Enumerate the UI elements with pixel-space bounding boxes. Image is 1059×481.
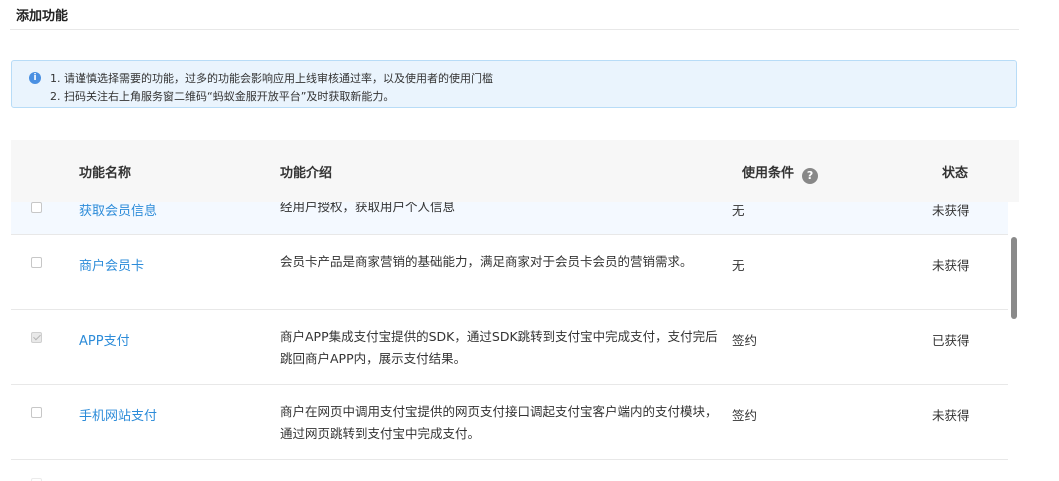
- info-icon: i: [29, 72, 41, 84]
- row-checkbox-checked[interactable]: [31, 332, 42, 343]
- vertical-scrollbar[interactable]: [1011, 237, 1017, 319]
- feature-name-link[interactable]: 获取会员信息: [79, 200, 157, 219]
- feature-condition: 签约: [732, 408, 758, 423]
- help-icon[interactable]: ?: [802, 168, 819, 184]
- row-checkbox[interactable]: [31, 257, 42, 268]
- table-row: 手机网站支付 商户在网页中调用支付宝提供的网页支付接口调起支付宝客户端内的支付模…: [11, 385, 1008, 460]
- feature-description: 会员卡产品是商家营销的基础能力，满足商家对于会员卡会员的营销需求。: [280, 254, 693, 269]
- table-header: 功能名称 功能介绍 使用条件? 状态: [11, 140, 1019, 202]
- page-title: 添加功能: [16, 9, 69, 24]
- feature-name-link[interactable]: APP支付: [79, 330, 130, 349]
- feature-description: 商户APP集成支付宝提供的SDK，通过SDK跳转到支付宝中完成支付，支付完后跳回…: [280, 329, 718, 366]
- feature-table: 功能名称 功能介绍 使用条件? 状态 获取会员信息 经用户授权，获取用户个人信息…: [11, 140, 1019, 481]
- title-divider: [10, 29, 1019, 30]
- header-status: 状态: [942, 166, 969, 181]
- feature-name-link[interactable]: 手机网站支付: [79, 405, 157, 424]
- header-condition-label: 使用条件: [742, 166, 795, 181]
- feature-condition: 签约: [732, 333, 758, 348]
- table-row: 商户会员卡 会员卡产品是商家营销的基础能力，满足商家对于会员卡会员的营销需求。 …: [11, 235, 1008, 310]
- header-desc: 功能介绍: [280, 166, 333, 181]
- header-condition: 使用条件?: [742, 162, 819, 184]
- notice-line-2: 2. 扫码关注右上角服务窗二维码“蚂蚁金服开放平台”及时获取新能力。: [50, 90, 395, 103]
- row-checkbox[interactable]: [31, 407, 42, 418]
- table-row-partial: [11, 460, 1008, 481]
- feature-condition: 无: [732, 203, 745, 218]
- row-checkbox[interactable]: [31, 202, 42, 213]
- feature-status: 未获得: [932, 203, 970, 218]
- header-name: 功能名称: [79, 166, 132, 181]
- feature-name-link[interactable]: 商户会员卡: [79, 255, 144, 274]
- feature-status: 未获得: [932, 258, 970, 273]
- feature-status: 未获得: [932, 408, 970, 423]
- feature-condition: 无: [732, 258, 745, 273]
- feature-status: 已获得: [932, 333, 970, 348]
- notice-box: i 1. 请谨慎选择需要的功能，过多的功能会影响应用上线审核通过率，以及使用者的…: [11, 60, 1017, 108]
- feature-description: 商户在网页中调用支付宝提供的网页支付接口调起支付宝客户端内的支付模块，通过网页跳…: [280, 404, 718, 441]
- table-row: APP支付 商户APP集成支付宝提供的SDK，通过SDK跳转到支付宝中完成支付，…: [11, 310, 1008, 385]
- notice-line-1: 1. 请谨慎选择需要的功能，过多的功能会影响应用上线审核通过率，以及使用者的使用…: [50, 72, 493, 85]
